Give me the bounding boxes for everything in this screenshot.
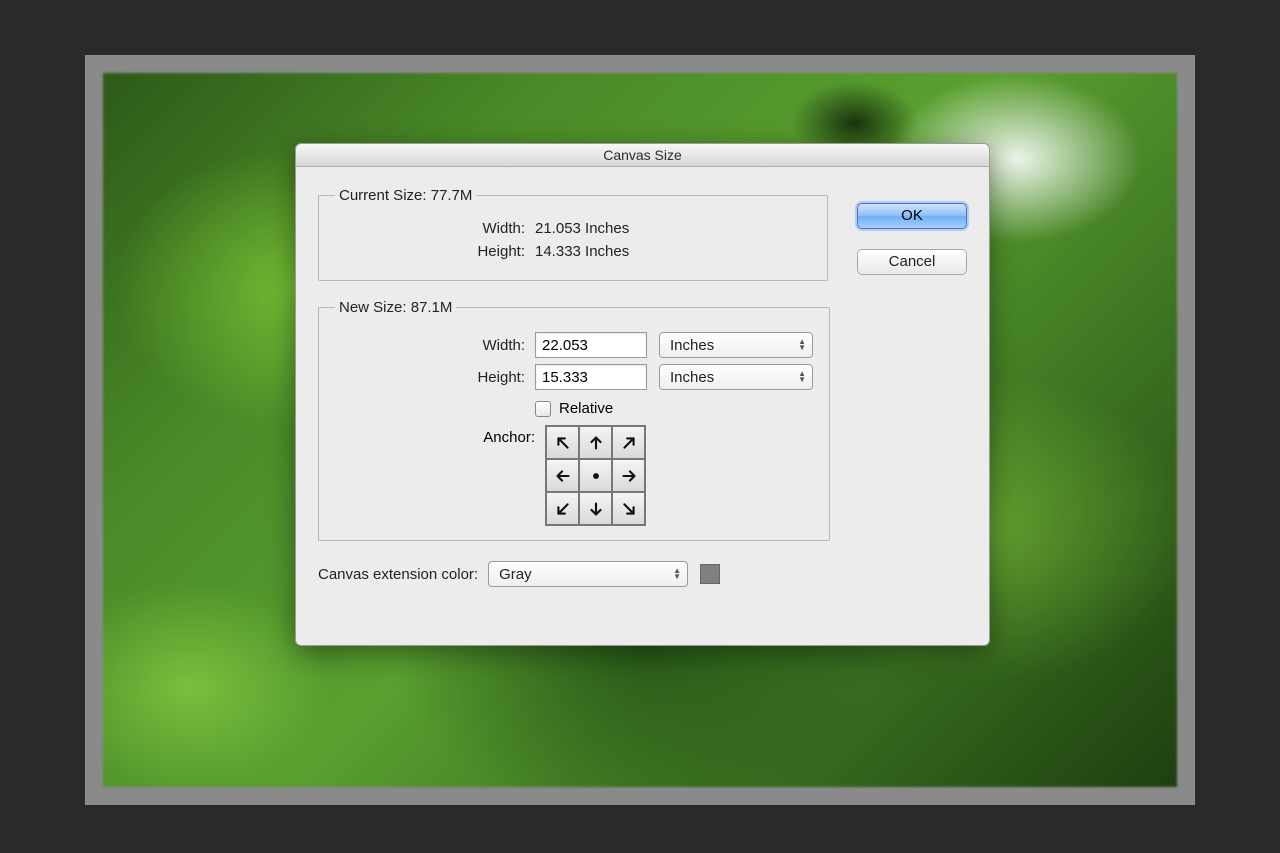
anchor-ne[interactable]: [612, 426, 645, 459]
anchor-label: Anchor:: [335, 425, 545, 446]
extension-color-swatch[interactable]: [700, 564, 720, 584]
current-size-legend: Current Size: 77.7M: [335, 187, 476, 204]
cancel-button[interactable]: Cancel: [857, 249, 967, 275]
dialog-body: Current Size: 77.7M Width: 21.053 Inches…: [296, 167, 989, 645]
extension-color-value: Gray: [499, 566, 532, 583]
current-size-group: Current Size: 77.7M Width: 21.053 Inches…: [318, 187, 828, 281]
dialog-title: Canvas Size: [296, 144, 989, 167]
ok-button[interactable]: OK: [857, 203, 967, 229]
new-size-legend: New Size: 87.1M: [335, 299, 456, 316]
width-unit-value: Inches: [670, 337, 714, 354]
anchor-w[interactable]: [546, 459, 579, 492]
anchor-s[interactable]: [579, 492, 612, 525]
anchor-n[interactable]: [579, 426, 612, 459]
new-size-group: New Size: 87.1M Width: Inches ▲▼ Height:…: [318, 299, 830, 541]
current-width-value: 21.053 Inches: [535, 220, 629, 237]
anchor-sw[interactable]: [546, 492, 579, 525]
anchor-e[interactable]: [612, 459, 645, 492]
anchor-grid: [545, 425, 646, 526]
current-height-value: 14.333 Inches: [535, 243, 629, 260]
height-unit-select[interactable]: Inches ▲▼: [659, 364, 813, 390]
stepper-icon: ▲▼: [673, 568, 681, 580]
extension-color-label: Canvas extension color:: [318, 566, 478, 583]
anchor-center[interactable]: [579, 459, 612, 492]
width-unit-select[interactable]: Inches ▲▼: [659, 332, 813, 358]
width-input[interactable]: [535, 332, 647, 358]
stepper-icon: ▲▼: [798, 371, 806, 383]
anchor-se[interactable]: [612, 492, 645, 525]
relative-label: Relative: [559, 400, 613, 417]
height-input[interactable]: [535, 364, 647, 390]
new-height-label: Height:: [335, 369, 535, 386]
current-width-label: Width:: [335, 220, 535, 237]
height-unit-value: Inches: [670, 369, 714, 386]
current-height-label: Height:: [335, 243, 535, 260]
stepper-icon: ▲▼: [798, 339, 806, 351]
relative-checkbox[interactable]: [535, 401, 551, 417]
canvas-size-dialog: Canvas Size Current Size: 77.7M Width: 2…: [295, 143, 990, 646]
anchor-nw[interactable]: [546, 426, 579, 459]
new-width-label: Width:: [335, 337, 535, 354]
extension-color-select[interactable]: Gray ▲▼: [488, 561, 688, 587]
